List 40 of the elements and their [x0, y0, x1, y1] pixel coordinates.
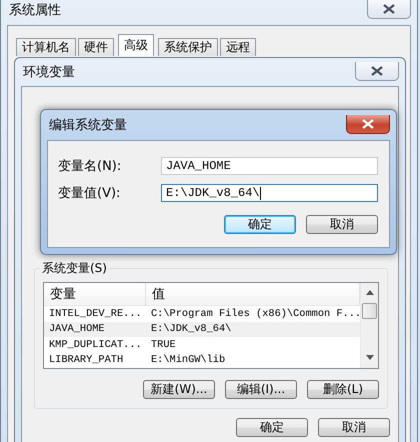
close-icon — [383, 4, 395, 14]
tab[interactable]: 系统保护 — [158, 38, 218, 56]
dialog-button[interactable]: 确定 — [236, 418, 308, 437]
scroll-down-icon[interactable] — [366, 355, 374, 360]
close-button[interactable] — [346, 114, 390, 134]
close-icon — [362, 118, 374, 128]
group-label: 系统变量(S) — [40, 260, 109, 277]
window-title: 编辑系统变量 — [48, 117, 127, 134]
variable-name: JAVA_HOME — [48, 323, 106, 336]
text-field[interactable]: JAVA_HOME — [161, 157, 378, 175]
variable-value: E:\JDK_v8_64\ — [150, 323, 232, 336]
variable-name: KMP_DUPLICAT... — [48, 338, 143, 351]
text-caret — [260, 186, 261, 200]
variable-value: E:\MinGW\lib — [150, 354, 226, 366]
action-button[interactable]: 删除(L) — [307, 380, 379, 399]
tab[interactable]: 远程 — [220, 38, 256, 56]
close-button[interactable] — [355, 62, 399, 80]
action-button[interactable]: 编辑(I)... — [225, 380, 297, 399]
list-row[interactable]: JAVA_HOME E:\JDK_v8_64\ — [44, 322, 360, 337]
column-header[interactable]: 变量 — [44, 283, 146, 305]
dialog-button[interactable]: 取消 — [318, 418, 390, 437]
dialog-button[interactable]: 取消 — [306, 215, 378, 234]
variable-name: LIBRARY_PATH — [48, 354, 124, 366]
tab[interactable]: 高级 — [118, 34, 154, 56]
scroll-up-icon[interactable] — [366, 290, 374, 295]
variable-value: TRUE — [150, 338, 177, 351]
scrollbar-thumb[interactable] — [362, 303, 377, 319]
close-button[interactable] — [367, 0, 411, 18]
dialog-button[interactable]: 确定 — [224, 215, 296, 234]
field-label: 变量值(V): — [58, 185, 122, 202]
tab[interactable]: 计算机名 — [16, 38, 76, 56]
window-title: 环境变量 — [22, 64, 75, 81]
window-title: 系统属性 — [8, 2, 61, 19]
variable-value: C:\Program Files (x86)\Common F... — [150, 308, 360, 320]
close-icon — [371, 66, 383, 76]
text-field[interactable]: E:\JDK_v8_64\ — [161, 184, 378, 202]
action-button[interactable]: 新建(W)... — [143, 380, 215, 399]
variable-name: INTEL_DEV_RE... — [48, 308, 143, 320]
tab[interactable]: 硬件 — [78, 38, 114, 56]
field-label: 变量名(N): — [58, 158, 122, 175]
